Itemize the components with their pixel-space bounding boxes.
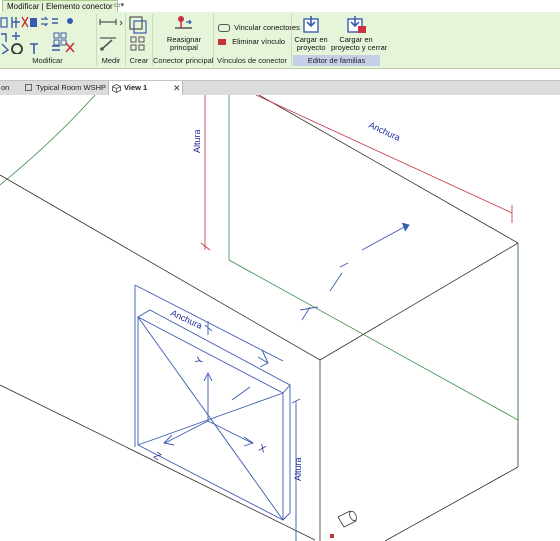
ribbon: Modificar Medir Crear Reasignar principa… <box>0 12 560 69</box>
vincular-conectores-button[interactable]: Vincular conectores <box>218 23 300 33</box>
axis-flow-line <box>231 386 251 401</box>
dimension-anchura-top[interactable] <box>200 94 513 251</box>
dim-altura-top-text[interactable]: Altura <box>192 129 202 153</box>
panel-label-crear: Crear <box>129 56 149 65</box>
dim-line <box>255 94 513 214</box>
flow-direction-arrow <box>299 222 410 321</box>
panel-label-conector-principal: Conector principal <box>153 56 214 65</box>
axis-z-head <box>163 434 175 446</box>
duct-edge-bottom <box>0 384 316 541</box>
axis-x-label: X <box>257 443 268 456</box>
connector-dim-width <box>134 284 284 362</box>
create-icons[interactable] <box>128 15 150 53</box>
connector-top-face <box>137 309 291 394</box>
vincular-label: Vincular conectores <box>234 23 300 32</box>
eliminar-vinculo-button[interactable]: Eliminar vínculo <box>218 37 285 47</box>
drawing-canvas[interactable]: Anchura Altura Anchura Altura X Y Z <box>0 94 560 541</box>
duct-edge-top <box>0 174 321 361</box>
axis-z-line <box>164 420 209 444</box>
duct-box[interactable] <box>0 94 519 541</box>
cargar-label-line2: proyecto <box>296 43 326 52</box>
dim-anchura-top-text[interactable]: Anchura <box>367 120 402 143</box>
tab-typical-room-label: Typical Room WSHP <box>36 83 107 92</box>
connector-grip-icon[interactable] <box>330 534 334 538</box>
connector-diagonals <box>137 316 284 521</box>
tab-typical-room[interactable]: Typical Room WSHP <box>22 81 107 95</box>
tab-view-1-label: View 1 <box>124 83 148 92</box>
link-connectors-icon <box>218 24 230 33</box>
dim-tick-altura <box>200 242 211 251</box>
ribbon-tab-bar: Modificar | Elemento conector ▭▾ <box>0 0 560 12</box>
cargar-en-proyecto-button[interactable]: Cargar en proyecto <box>293 14 329 52</box>
floor-plan-icon <box>25 84 32 91</box>
pipe-stub[interactable] <box>337 510 358 528</box>
connector-element[interactable] <box>134 284 301 541</box>
duct-edge-bottom-right <box>384 466 519 541</box>
reasignar-principal-button[interactable]: Reasignar principal <box>162 14 206 52</box>
panel-label-vinculos: Vínculos de conector <box>216 56 288 65</box>
panel-label-modificar: Modificar <box>32 56 63 65</box>
panel-divider <box>291 14 292 66</box>
close-tab-icon[interactable]: ✕ <box>173 81 181 95</box>
panel-label-medir: Medir <box>101 56 121 65</box>
reassign-primary-icon <box>175 16 192 29</box>
load-into-project-icon <box>303 16 319 33</box>
reference-arc <box>0 94 96 186</box>
tab-partial[interactable]: on <box>0 81 18 95</box>
axis-y-label: Y <box>194 355 207 366</box>
panel-label-editor-familias: Editor de familias <box>293 55 380 66</box>
reasignar-label-line2: principal <box>170 43 198 52</box>
connector-side-face <box>282 385 291 521</box>
eliminar-label: Eliminar vínculo <box>232 37 286 46</box>
tab-view-1[interactable]: View 1 ✕ <box>108 81 183 95</box>
document-tab-bar: on Typical Room WSHP View 1 ✕ <box>0 80 560 96</box>
load-and-close-icon <box>347 16 366 33</box>
modify-tools-icons[interactable] <box>0 14 95 54</box>
unlink-icon <box>218 39 226 46</box>
duct-edge-top-right <box>319 242 519 361</box>
revit-window: Modificar | Elemento conector ▭▾ Modific… <box>0 0 560 541</box>
dim-altura-conn-text[interactable]: Altura <box>293 457 303 481</box>
3d-view-icon <box>112 84 121 93</box>
tab-modificar-elemento-conector[interactable]: Modificar | Elemento conector <box>2 0 118 12</box>
3d-viewport[interactable]: Anchura Altura Anchura Altura X Y Z <box>0 94 560 541</box>
cargar-cerrar-label-line2: proyecto y cerrar <box>331 43 388 52</box>
ref-plane-bottom <box>228 259 519 421</box>
reference-plane[interactable] <box>228 95 519 421</box>
quick-access-dropdown-icon[interactable]: ▭▾ <box>110 1 128 10</box>
duct-edge-back-top <box>258 94 519 244</box>
axis-x-line <box>207 420 253 444</box>
measure-icons[interactable] <box>98 16 124 52</box>
cargar-y-cerrar-button[interactable]: Cargar en proyecto y cerrar <box>331 14 388 52</box>
